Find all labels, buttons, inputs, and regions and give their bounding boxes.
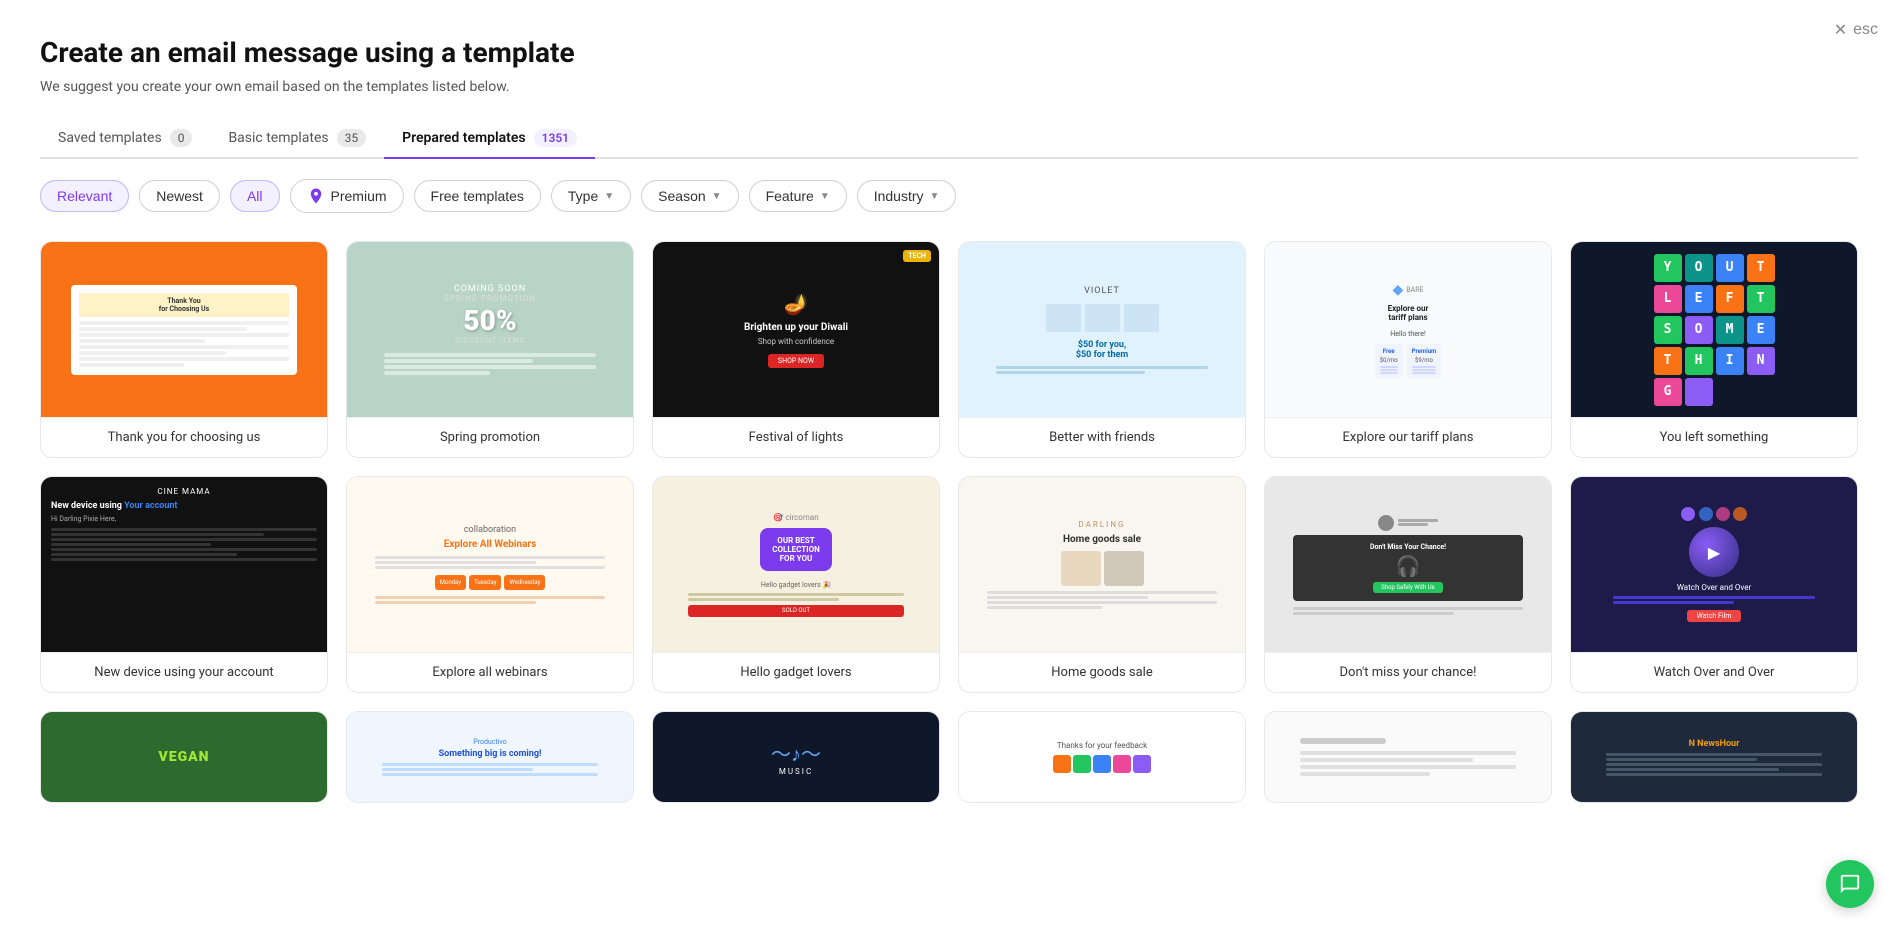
template-webinars-label: Explore all webinars	[347, 652, 633, 692]
template-thank-you-label: Thank you for choosing us	[41, 417, 327, 457]
filter-newest[interactable]: Newest	[139, 180, 220, 212]
template-better-friends[interactable]: VIOLET $50 for you,$50 for them Better w…	[958, 241, 1246, 458]
chat-button[interactable]	[1826, 860, 1874, 908]
thumb-newdevice: CINE MAMA New device using Your account …	[41, 477, 327, 652]
templates-grid-row3: VEGAN Productivo Something big is coming…	[40, 711, 1858, 803]
tab-prepared[interactable]: Prepared templates 1351	[384, 119, 595, 159]
template-dontmiss-label: Don't miss your chance!	[1265, 652, 1551, 692]
chevron-down-icon: ▼	[820, 191, 830, 202]
tabs-bar: Saved templates 0 Basic templates 35 Pre…	[40, 119, 1858, 159]
tab-saved-badge: 0	[170, 129, 193, 147]
tab-prepared-badge: 1351	[534, 129, 577, 147]
filter-relevant[interactable]: Relevant	[40, 180, 129, 212]
filter-premium[interactable]: Premium	[290, 179, 404, 213]
thumb-colorful: Thanks for your feedback	[959, 712, 1245, 802]
template-productivo[interactable]: Productivo Something big is coming!	[346, 711, 634, 803]
thumb-newshour: N NewsHour	[1571, 712, 1857, 802]
template-newshour[interactable]: N NewsHour	[1570, 711, 1858, 803]
templates-grid-row2: CINE MAMA New device using Your account …	[40, 476, 1858, 693]
filter-feature-label: Feature	[766, 188, 814, 204]
filter-type-label: Type	[568, 188, 598, 204]
chevron-down-icon: ▼	[930, 191, 940, 202]
template-minimal[interactable]	[1264, 711, 1552, 803]
template-spring-promo[interactable]: COMING SOON SPRING PROMOTION 50% DISCOUN…	[346, 241, 634, 458]
template-gadget[interactable]: 🎯 circoman OUR BESTCOLLECTIONFOR YOU Hel…	[652, 476, 940, 693]
thumb-homegoods: DARLING Home goods sale	[959, 477, 1245, 652]
filter-industry-label: Industry	[874, 188, 924, 204]
template-tariff-label: Explore our tariff plans	[1265, 417, 1551, 457]
premium-icon	[307, 187, 325, 205]
tab-saved[interactable]: Saved templates 0	[40, 119, 210, 159]
close-x: ✕	[1834, 20, 1847, 40]
chat-icon	[1839, 873, 1861, 895]
template-dontmiss[interactable]: Don't Miss Your Chance! 🎧 Shop Safely Wi…	[1264, 476, 1552, 693]
thumb-better: VIOLET $50 for you,$50 for them	[959, 242, 1245, 417]
template-tariff[interactable]: ◆ BARE Explore ourtariff plans Hello the…	[1264, 241, 1552, 458]
thumb-dontmiss: Don't Miss Your Chance! 🎧 Shop Safely Wi…	[1265, 477, 1551, 652]
close-esc-label: esc	[1853, 21, 1878, 39]
thumb-gadget: 🎯 circoman OUR BESTCOLLECTIONFOR YOU Hel…	[653, 477, 939, 652]
filter-all-label: All	[247, 188, 263, 204]
template-spring-label: Spring promotion	[347, 417, 633, 457]
tab-prepared-label: Prepared templates	[402, 130, 525, 146]
page-subtitle: We suggest you create your own email bas…	[40, 79, 1858, 95]
filters-row: Relevant Newest All Premium Free templat…	[40, 179, 1858, 213]
thumb-thank-you: Thank Youfor Choosing Us	[41, 242, 327, 417]
filter-industry[interactable]: Industry ▼	[857, 180, 957, 212]
template-vegan[interactable]: VEGAN	[40, 711, 328, 803]
template-music[interactable]: 〜♪〜 MUSIC	[652, 711, 940, 803]
filter-free-label: Free templates	[431, 188, 524, 204]
template-watch[interactable]: ▶ Watch Over and Over Watch Film Watch O…	[1570, 476, 1858, 693]
filter-newest-label: Newest	[156, 188, 203, 204]
template-better-friends-label: Better with friends	[959, 417, 1245, 457]
close-button[interactable]: ✕ esc	[1834, 20, 1878, 40]
filter-season[interactable]: Season ▼	[641, 180, 738, 212]
template-festival[interactable]: TECH 🪔 Brighten up your Diwali Shop with…	[652, 241, 940, 458]
template-thanks-feedback[interactable]: Thanks for your feedback	[958, 711, 1246, 803]
template-new-device[interactable]: CINE MAMA New device using Your account …	[40, 476, 328, 693]
template-festival-label: Festival of lights	[653, 417, 939, 457]
filter-premium-label: Premium	[331, 188, 387, 204]
template-you-left[interactable]: Y O U T L E F T S O M E T H I	[1570, 241, 1858, 458]
template-watch-label: Watch Over and Over	[1571, 652, 1857, 692]
template-thank-you[interactable]: Thank Youfor Choosing Us	[40, 241, 328, 458]
templates-grid-row1: Thank Youfor Choosing Us	[40, 241, 1858, 458]
tab-saved-label: Saved templates	[58, 130, 162, 146]
template-you-left-label: You left something	[1571, 417, 1857, 457]
tab-basic-label: Basic templates	[228, 130, 328, 146]
thumb-productivo: Productivo Something big is coming!	[347, 712, 633, 802]
template-new-device-label: New device using your account	[41, 652, 327, 692]
page-container: ✕ esc Create an email message using a te…	[0, 0, 1898, 823]
template-webinars[interactable]: collaboration Explore All Webinars Monda…	[346, 476, 634, 693]
chevron-down-icon: ▼	[712, 191, 722, 202]
thumb-minimal	[1265, 712, 1551, 802]
filter-feature[interactable]: Feature ▼	[749, 180, 847, 212]
thumb-webinar: collaboration Explore All Webinars Monda…	[347, 477, 633, 652]
thumb-spring: COMING SOON SPRING PROMOTION 50% DISCOUN…	[347, 242, 633, 417]
thumb-youleft: Y O U T L E F T S O M E T H I	[1571, 242, 1857, 417]
thumb-watch: ▶ Watch Over and Over Watch Film	[1571, 477, 1857, 652]
thumb-music: 〜♪〜 MUSIC	[653, 712, 939, 802]
thumb-tariff: ◆ BARE Explore ourtariff plans Hello the…	[1265, 242, 1551, 417]
template-homegoods-label: Home goods sale	[959, 652, 1245, 692]
filter-relevant-label: Relevant	[57, 188, 112, 204]
template-homegoods[interactable]: DARLING Home goods sale Home goods sale	[958, 476, 1246, 693]
tab-basic-badge: 35	[337, 129, 367, 147]
thumb-vegan: VEGAN	[41, 712, 327, 802]
filter-type[interactable]: Type ▼	[551, 180, 631, 212]
filter-free[interactable]: Free templates	[414, 180, 541, 212]
filter-season-label: Season	[658, 188, 705, 204]
template-gadget-label: Hello gadget lovers	[653, 652, 939, 692]
filter-all[interactable]: All	[230, 180, 280, 212]
thumb-festival: TECH 🪔 Brighten up your Diwali Shop with…	[653, 242, 939, 417]
tab-basic[interactable]: Basic templates 35	[210, 119, 384, 159]
page-title: Create an email message using a template	[40, 36, 1858, 69]
chevron-down-icon: ▼	[604, 191, 614, 202]
